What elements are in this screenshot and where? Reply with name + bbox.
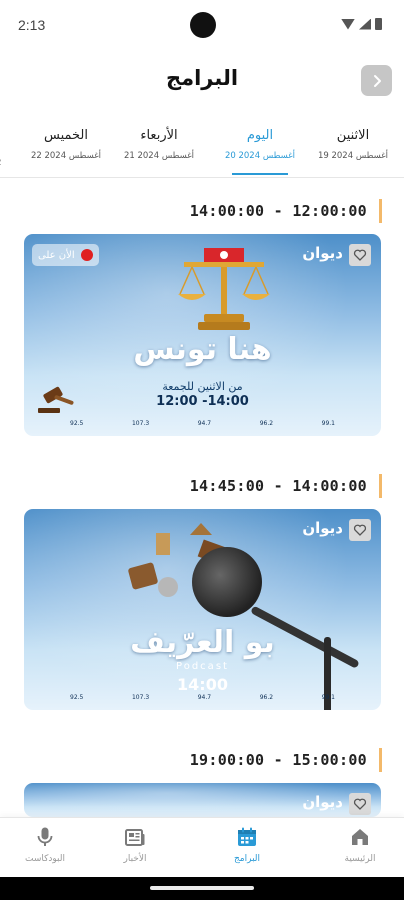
signal-icon — [359, 18, 371, 30]
microphone-illustration — [192, 547, 262, 617]
frequency: 107.3 — [131, 419, 150, 427]
station-logo: ديوان — [302, 244, 343, 262]
tab-day-date: 20 أغسطس 2024 — [224, 151, 296, 161]
home-icon — [352, 829, 368, 845]
program-card[interactable]: ديوان بو العرّيف Podcast 14:00 92.5 107.… — [24, 509, 381, 710]
status-bar: 2:13 — [0, 0, 404, 52]
program-card[interactable]: الأن على ديوان هنا تونس من الاثنين للجمع… — [24, 234, 381, 436]
frequency: 99.1 — [321, 693, 335, 701]
program-title: هنا تونس — [133, 332, 272, 367]
program-card[interactable]: ديوان — [24, 783, 381, 817]
frequency-strip: 92.5 107.3 94.7 96.2 99.1 — [70, 692, 335, 702]
frequency: 94.7 — [197, 419, 212, 427]
nav-label: البرامج — [233, 854, 261, 864]
nav-label: الرئيسية — [344, 854, 376, 864]
nav-news[interactable]: الأخبار — [100, 826, 170, 864]
newspaper-icon — [125, 829, 145, 846]
favorite-button[interactable] — [349, 519, 371, 541]
back-button[interactable] — [361, 65, 392, 96]
frequency: 92.5 — [70, 419, 84, 427]
live-badge: الأن على — [32, 244, 99, 266]
nav-label: الأخبار — [123, 854, 147, 864]
header: البرامج — [0, 56, 404, 106]
heart-icon — [353, 249, 367, 261]
slot-time-range: 14:45:00 - 14:00:00 — [190, 474, 382, 498]
program-hours: 12:00 -14:00 — [156, 394, 249, 409]
nav-podcasts[interactable]: البودكاست — [10, 826, 80, 864]
favorite-button[interactable] — [349, 244, 371, 266]
tab-today[interactable]: اليوم 20 أغسطس 2024 — [212, 128, 308, 175]
frequency: 94.7 — [197, 693, 212, 701]
heart-icon — [353, 524, 367, 536]
frequency: 92.5 — [70, 693, 84, 701]
tab-day-name: اليوم — [246, 128, 274, 143]
page-title: البرامج — [165, 66, 239, 90]
program-subtitle: من الاثنين للجمعة — [162, 380, 243, 393]
frequency: 107.3 — [131, 693, 150, 701]
tab-day-name: الاثنين — [336, 128, 370, 143]
live-label: الأن على — [38, 249, 75, 261]
tab-monday[interactable]: الاثنين 19 أغسطس 2024 — [305, 128, 401, 161]
program-title: بو العرّيف — [130, 625, 275, 660]
system-gesture-bar — [0, 877, 404, 900]
nav-home[interactable]: الرئيسية — [325, 826, 395, 864]
slot-time-range: 14:00:00 - 12:00:00 — [190, 199, 382, 223]
nav-programs[interactable]: البرامج — [212, 826, 282, 864]
frequency: 99.1 — [321, 419, 335, 427]
battery-icon — [375, 18, 382, 30]
bottom-nav: الرئيسية البرامج الأخبار البودكاست — [0, 817, 404, 877]
heart-icon — [353, 798, 367, 810]
day-tabs: الاثنين 19 أغسطس 2024 اليوم 20 أغسطس 202… — [0, 118, 404, 178]
calendar-icon — [238, 827, 256, 846]
tab-day-date: 22 أغسطس 2024 — [30, 151, 102, 161]
wifi-icon — [341, 18, 355, 30]
tab-thursday[interactable]: الخميس 22 أغسطس 2024 — [18, 128, 114, 161]
status-time: 2:13 — [18, 17, 46, 33]
favorite-button[interactable] — [349, 793, 371, 815]
live-dot-icon — [80, 249, 93, 261]
camera-cutout — [190, 12, 216, 38]
frequency: 96.2 — [259, 419, 274, 427]
microphone-icon — [37, 827, 53, 846]
justice-scale-illustration — [178, 248, 270, 330]
tab-day-date: 19 أغسطس 2024 — [317, 151, 389, 161]
nav-label: البودكاست — [24, 854, 66, 864]
frequency: 96.2 — [259, 693, 274, 701]
tab-wednesday[interactable]: الأربعاء 21 أغسطس 2024 — [111, 128, 207, 161]
frequency-strip: 92.5 107.3 94.7 96.2 99.1 — [70, 418, 335, 428]
station-logo: ديوان — [302, 519, 343, 537]
program-subtitle: Podcast — [176, 661, 229, 672]
slot-time-range: 19:00:00 - 15:00:00 — [190, 748, 382, 772]
status-icons — [341, 18, 382, 30]
tab-day-name: الخميس — [44, 128, 88, 143]
tab-day-name: الأربعاء — [140, 128, 178, 143]
tab-partial-date[interactable]: 2 — [0, 158, 1, 168]
station-logo: ديوان — [302, 793, 343, 811]
tab-day-date: 21 أغسطس 2024 — [123, 151, 195, 161]
home-gesture-handle[interactable] — [150, 886, 254, 890]
chevron-right-icon — [373, 74, 381, 87]
